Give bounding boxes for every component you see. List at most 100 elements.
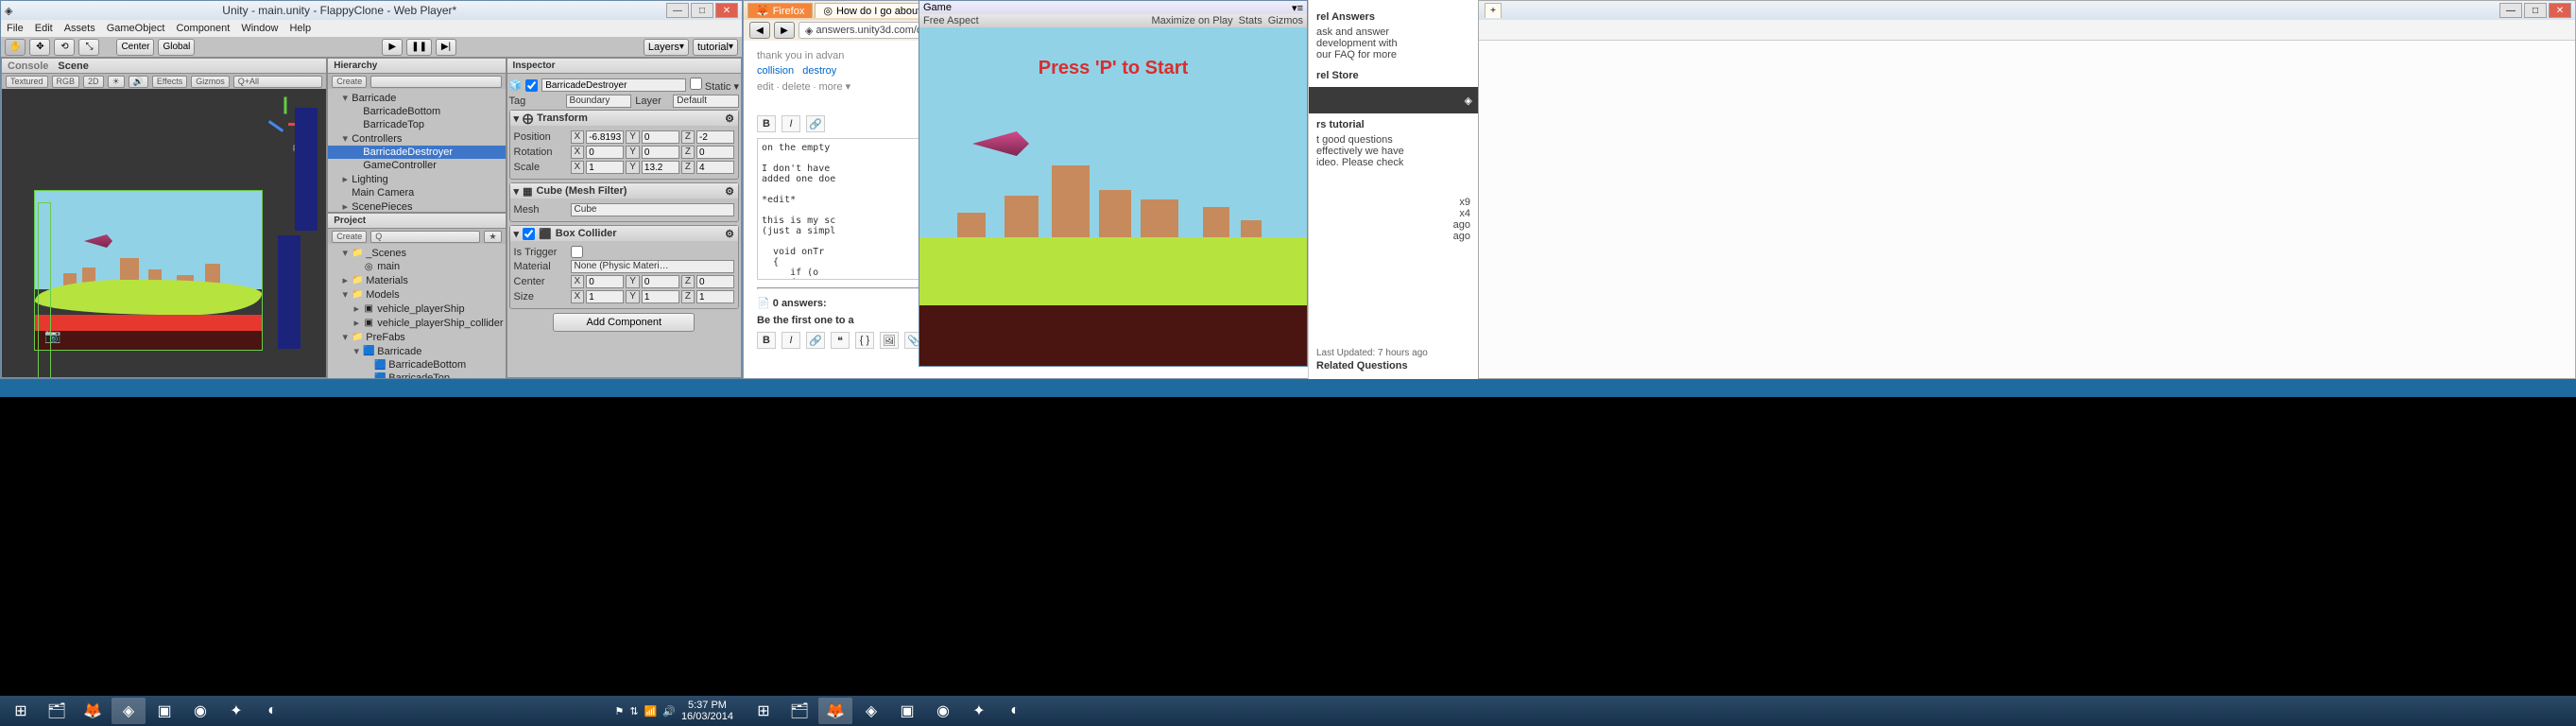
size-x[interactable]: [586, 290, 624, 303]
pos-y[interactable]: [642, 130, 679, 144]
hierarchy-item[interactable]: BarricadeDestroyer: [328, 146, 505, 159]
add-component-button[interactable]: Add Component: [553, 313, 695, 332]
maximize-button[interactable]: □: [691, 3, 713, 18]
aspect-dropdown[interactable]: Free Aspect: [923, 15, 979, 26]
game-viewport[interactable]: Press 'P' to Start: [919, 27, 1307, 366]
component-menu-icon[interactable]: ⚙: [725, 112, 734, 125]
destroyer-collider[interactable]: [38, 202, 51, 377]
tag-dropdown[interactable]: Boundary: [566, 95, 632, 108]
center-y[interactable]: [642, 275, 679, 288]
menu-file[interactable]: File: [7, 23, 24, 34]
barricade-bottom-mesh[interactable]: [278, 235, 301, 349]
pivot-global[interactable]: Global: [158, 39, 195, 56]
size-y[interactable]: [642, 290, 679, 303]
steam-icon[interactable]: ◉: [183, 698, 217, 724]
rot-y[interactable]: [642, 146, 679, 159]
firefox-brand-tab[interactable]: 🦊Firefox: [747, 3, 813, 18]
menu-component[interactable]: Component: [176, 23, 230, 34]
close-button[interactable]: ✕: [2549, 3, 2571, 18]
forward-button[interactable]: ▶: [774, 22, 795, 39]
center-x[interactable]: [586, 275, 624, 288]
project-tree[interactable]: ▾📁_Scenes◎main▸📁Materials▾📁Models▸▣vehic…: [328, 244, 505, 378]
console-tab[interactable]: Console: [8, 60, 48, 72]
tool-scale[interactable]: ⤡: [78, 39, 99, 56]
firefox-icon[interactable]: 🦊: [76, 698, 110, 724]
pivot-center[interactable]: Center: [116, 39, 154, 56]
menu-window[interactable]: Window: [241, 23, 278, 34]
starcraft-icon[interactable]: ✦: [962, 698, 996, 724]
pos-x[interactable]: [586, 130, 624, 144]
italic-button[interactable]: I: [781, 332, 800, 349]
new-tab-button[interactable]: +: [1485, 3, 1502, 18]
active-checkbox[interactable]: [525, 79, 538, 92]
monodevelop-icon[interactable]: ▣: [147, 698, 181, 724]
render-dropdown[interactable]: RGB: [52, 76, 80, 88]
gizmos-dropdown[interactable]: Gizmos: [191, 76, 230, 88]
hierarchy-item[interactable]: BarricadeTop: [328, 118, 505, 131]
effects-dropdown[interactable]: Effects: [152, 76, 187, 88]
tray-network-icon[interactable]: ⇅: [629, 705, 638, 717]
menu-help[interactable]: Help: [289, 23, 311, 34]
shading-dropdown[interactable]: Textured: [6, 76, 48, 88]
monodevelop-icon[interactable]: ▣: [890, 698, 924, 724]
explorer-icon[interactable]: 🗂: [782, 698, 816, 724]
hierarchy-create[interactable]: Create: [332, 76, 367, 88]
steam-icon[interactable]: ◉: [926, 698, 960, 724]
size-z[interactable]: [696, 290, 734, 303]
app-icon[interactable]: ◐: [255, 698, 289, 724]
project-item[interactable]: ▸▣vehicle_playerShip: [328, 302, 505, 316]
rot-z[interactable]: [696, 146, 734, 159]
quote-button[interactable]: ❝: [831, 332, 850, 349]
center-z[interactable]: [696, 275, 734, 288]
hierarchy-item[interactable]: BarricadeBottom: [328, 105, 505, 118]
layer-dropdown[interactable]: Default: [673, 95, 739, 108]
hierarchy-item[interactable]: Main Camera: [328, 186, 505, 199]
hierarchy-item[interactable]: GameController: [328, 159, 505, 172]
game-gizmos[interactable]: Gizmos: [1268, 15, 1303, 26]
menu-assets[interactable]: Assets: [64, 23, 95, 34]
hierarchy-tree[interactable]: ▾BarricadeBarricadeBottomBarricadeTop▾Co…: [328, 89, 505, 212]
static-checkbox[interactable]: [690, 78, 702, 90]
maximize-button[interactable]: □: [2524, 3, 2547, 18]
menu-edit[interactable]: Edit: [35, 23, 53, 34]
system-tray[interactable]: ⚑ ⇅ 📶 🔊 5:37 PM16/03/2014: [609, 700, 739, 722]
layers-dropdown[interactable]: Layers ▾: [644, 39, 689, 56]
hierarchy-item[interactable]: ▸ScenePieces: [328, 199, 505, 212]
explorer-icon[interactable]: 🗂: [40, 698, 74, 724]
hierarchy-tab[interactable]: Hierarchy: [328, 59, 505, 74]
layout-dropdown[interactable]: tutorial ▾: [693, 39, 738, 56]
istrigger-checkbox[interactable]: [571, 246, 583, 258]
back-button[interactable]: ◀: [749, 22, 770, 39]
close-button[interactable]: ✕: [715, 3, 738, 18]
audio-toggle[interactable]: 🔊: [129, 76, 148, 88]
project-item[interactable]: 🟦BarricadeBottom: [328, 358, 505, 372]
physmaterial-field[interactable]: None (Physic Materi…: [571, 260, 734, 273]
taskbar-secondary[interactable]: ⊞ 🗂 🦊 ◈ ▣ ◉ ✦ ◐: [743, 696, 2576, 726]
pos-z[interactable]: [696, 130, 734, 144]
tag-link[interactable]: collision: [757, 65, 794, 77]
code-button[interactable]: { }: [855, 332, 874, 349]
scl-z[interactable]: [696, 161, 734, 174]
unity-titlebar[interactable]: ◈ Unity - main.unity - FlappyClone - Web…: [1, 1, 742, 20]
mode-2d[interactable]: 2D: [83, 76, 104, 88]
inspector-tab[interactable]: Inspector: [507, 59, 741, 74]
scene-viewport[interactable]: Persp ☀: [2, 89, 326, 377]
app-icon[interactable]: ◐: [998, 698, 1032, 724]
mesh-field[interactable]: Cube: [571, 203, 734, 216]
unity-icon[interactable]: ◈: [112, 698, 146, 724]
project-item[interactable]: ▾📁PreFabs: [328, 330, 505, 344]
start-button[interactable]: ⊞: [747, 698, 781, 724]
rot-x[interactable]: [586, 146, 624, 159]
tool-hand[interactable]: ✋: [5, 39, 26, 56]
component-menu-icon[interactable]: ⚙: [725, 185, 734, 198]
scl-x[interactable]: [586, 161, 624, 174]
scene-tab[interactable]: Console Scene: [2, 59, 326, 74]
project-item[interactable]: ▾📁Models: [328, 287, 505, 302]
unity-icon[interactable]: ◈: [854, 698, 888, 724]
link-button[interactable]: 🔗: [806, 332, 825, 349]
start-button[interactable]: ⊞: [4, 698, 38, 724]
more-link[interactable]: more ▾: [819, 81, 851, 93]
edit-link[interactable]: edit: [757, 81, 774, 93]
minimize-button[interactable]: —: [2499, 3, 2522, 18]
project-item[interactable]: ◎main: [328, 260, 505, 273]
